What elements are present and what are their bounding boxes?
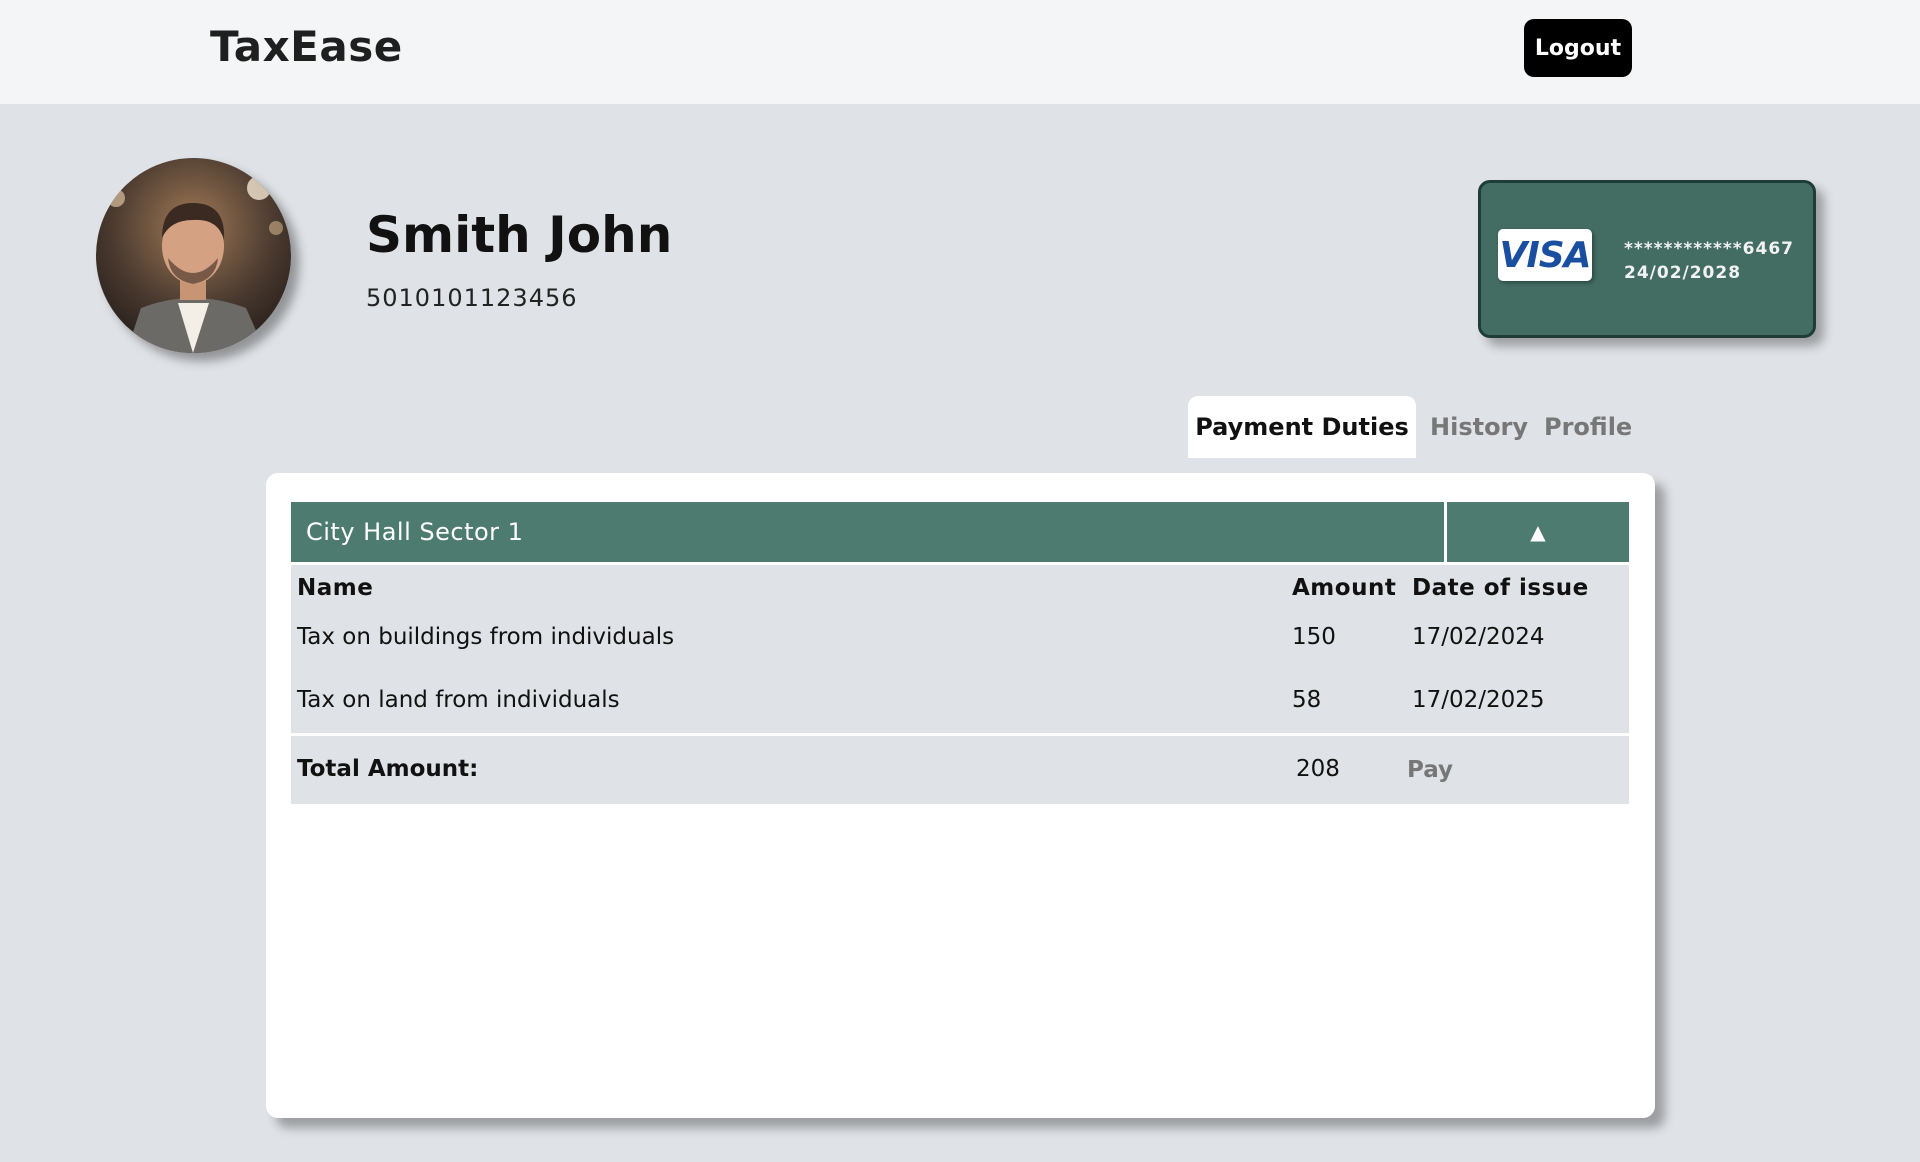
total-row: Total Amount: 208 Pay <box>291 736 1629 804</box>
card-number: ************6467 <box>1624 239 1794 259</box>
row-1-amount: 150 <box>1292 624 1336 650</box>
logout-button[interactable]: Logout <box>1524 19 1632 77</box>
duties-table: Name Amount Date of issue Tax on buildin… <box>291 565 1629 733</box>
user-name: Smith John <box>366 206 673 264</box>
row-1-name: Tax on buildings from individuals <box>297 624 675 650</box>
card-brand: VISA <box>1499 234 1591 276</box>
column-header-amount: Amount <box>1292 575 1397 601</box>
avatar-photo <box>96 158 291 353</box>
tab-profile[interactable]: Profile <box>1544 396 1632 458</box>
collapse-toggle-button[interactable]: ▲ <box>1447 502 1629 562</box>
chevron-up-icon: ▲ <box>1530 520 1546 544</box>
column-header-name: Name <box>297 575 374 601</box>
tab-payment-duties[interactable]: Payment Duties <box>1188 396 1416 458</box>
visa-logo-icon: VISA <box>1498 229 1592 281</box>
user-id-number: 5010101123456 <box>366 284 578 312</box>
avatar <box>96 158 291 353</box>
sector-header[interactable]: City Hall Sector 1 <box>291 502 1444 562</box>
card-expiry: 24/02/2028 <box>1624 263 1742 283</box>
total-value: 208 <box>1296 756 1340 782</box>
brand-logo[interactable]: TaxEase <box>210 22 403 71</box>
pay-button[interactable]: Pay <box>1403 750 1457 790</box>
row-2-name: Tax on land from individuals <box>297 687 620 713</box>
tab-history[interactable]: History <box>1430 396 1528 458</box>
top-navbar: TaxEase Logout <box>0 0 1920 104</box>
total-label: Total Amount: <box>297 756 479 782</box>
row-1-date: 17/02/2024 <box>1412 624 1545 650</box>
payment-card[interactable]: VISA ************6467 24/02/2028 <box>1478 180 1816 338</box>
row-2-amount: 58 <box>1292 687 1322 713</box>
payment-duties-panel: City Hall Sector 1 ▲ Name Amount Date of… <box>266 473 1655 1118</box>
row-2-date: 17/02/2025 <box>1412 687 1545 713</box>
sector-title: City Hall Sector 1 <box>306 518 524 546</box>
column-header-date: Date of issue <box>1412 575 1589 601</box>
